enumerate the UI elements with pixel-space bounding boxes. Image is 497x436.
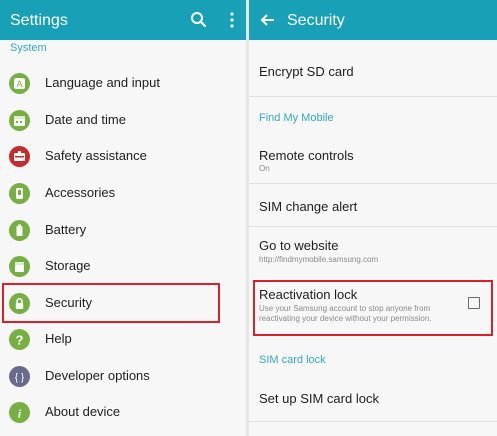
security-app-bar: Security xyxy=(249,0,497,40)
svg-text:A: A xyxy=(16,79,22,89)
settings-item-date-time[interactable]: Date and time xyxy=(0,102,246,138)
accessories-icon xyxy=(9,183,30,204)
website-url: http://findmymobile.samsung.com xyxy=(259,255,379,264)
settings-item-label: About device xyxy=(45,404,121,419)
section-system-label: System xyxy=(10,42,47,54)
settings-item-developer[interactable]: { } Developer options xyxy=(0,358,246,394)
encrypt-sd-card-item[interactable]: Encrypt SD card xyxy=(249,40,497,86)
settings-item-label: Language and input xyxy=(45,75,160,90)
settings-item-language[interactable]: A Language and input xyxy=(0,65,246,101)
settings-item-storage[interactable]: Storage xyxy=(0,248,246,284)
settings-item-battery[interactable]: Battery xyxy=(0,212,246,248)
settings-item-label: Safety assistance xyxy=(45,148,147,163)
battery-icon xyxy=(9,220,30,241)
reactivation-highlight-box xyxy=(253,280,493,336)
settings-item-label: Developer options xyxy=(45,368,150,383)
remote-controls-status: On xyxy=(259,164,270,173)
remote-controls-item[interactable]: Remote controls On xyxy=(249,138,497,180)
settings-item-about[interactable]: i About device xyxy=(0,394,246,430)
sim-change-alert-item[interactable]: SIM change alert xyxy=(249,184,497,224)
settings-panel: Settings System A Language and input Dat… xyxy=(0,0,246,436)
set-up-sim-lock-label: Set up SIM card lock xyxy=(259,391,379,406)
storage-icon xyxy=(9,256,30,277)
developer-icon: { } xyxy=(9,366,30,387)
set-up-sim-lock-item[interactable]: Set up SIM card lock xyxy=(249,378,497,418)
settings-title: Settings xyxy=(10,12,68,29)
settings-item-safety[interactable]: Safety assistance xyxy=(0,138,246,174)
sim-card-lock-header: SIM card lock xyxy=(259,354,326,366)
go-to-website-label: Go to website xyxy=(259,238,339,253)
settings-item-label: Storage xyxy=(45,258,91,273)
divider xyxy=(249,96,497,97)
remote-controls-label: Remote controls xyxy=(259,148,354,163)
safety-icon xyxy=(9,146,30,167)
settings-item-label: Help xyxy=(45,331,72,346)
settings-item-label: Accessories xyxy=(45,185,116,200)
language-icon: A xyxy=(9,73,30,94)
calendar-icon xyxy=(9,110,30,131)
divider xyxy=(249,421,497,422)
info-icon: i xyxy=(9,402,30,423)
svg-text:?: ? xyxy=(16,333,24,348)
svg-text:{ }: { } xyxy=(15,373,25,384)
more-options-icon[interactable] xyxy=(222,10,242,30)
go-to-website-item[interactable]: Go to website http://findmymobile.samsun… xyxy=(249,227,497,273)
encrypt-sd-card-label: Encrypt SD card xyxy=(259,64,354,79)
svg-text:i: i xyxy=(18,407,22,421)
search-icon[interactable] xyxy=(189,10,209,30)
settings-item-help[interactable]: ? Help xyxy=(0,321,246,357)
find-my-mobile-header: Find My Mobile xyxy=(259,112,334,124)
security-panel: Security Encrypt SD card Find My Mobile … xyxy=(249,0,497,436)
settings-item-label: Battery xyxy=(45,222,87,237)
sim-change-alert-label: SIM change alert xyxy=(259,199,358,214)
help-icon: ? xyxy=(9,329,30,350)
settings-item-accessories[interactable]: Accessories xyxy=(0,175,246,211)
back-arrow-icon[interactable] xyxy=(258,10,278,30)
settings-item-label: Date and time xyxy=(45,112,126,127)
security-title: Security xyxy=(287,12,345,29)
settings-app-bar: Settings xyxy=(0,0,246,40)
security-highlight-box xyxy=(2,283,220,323)
